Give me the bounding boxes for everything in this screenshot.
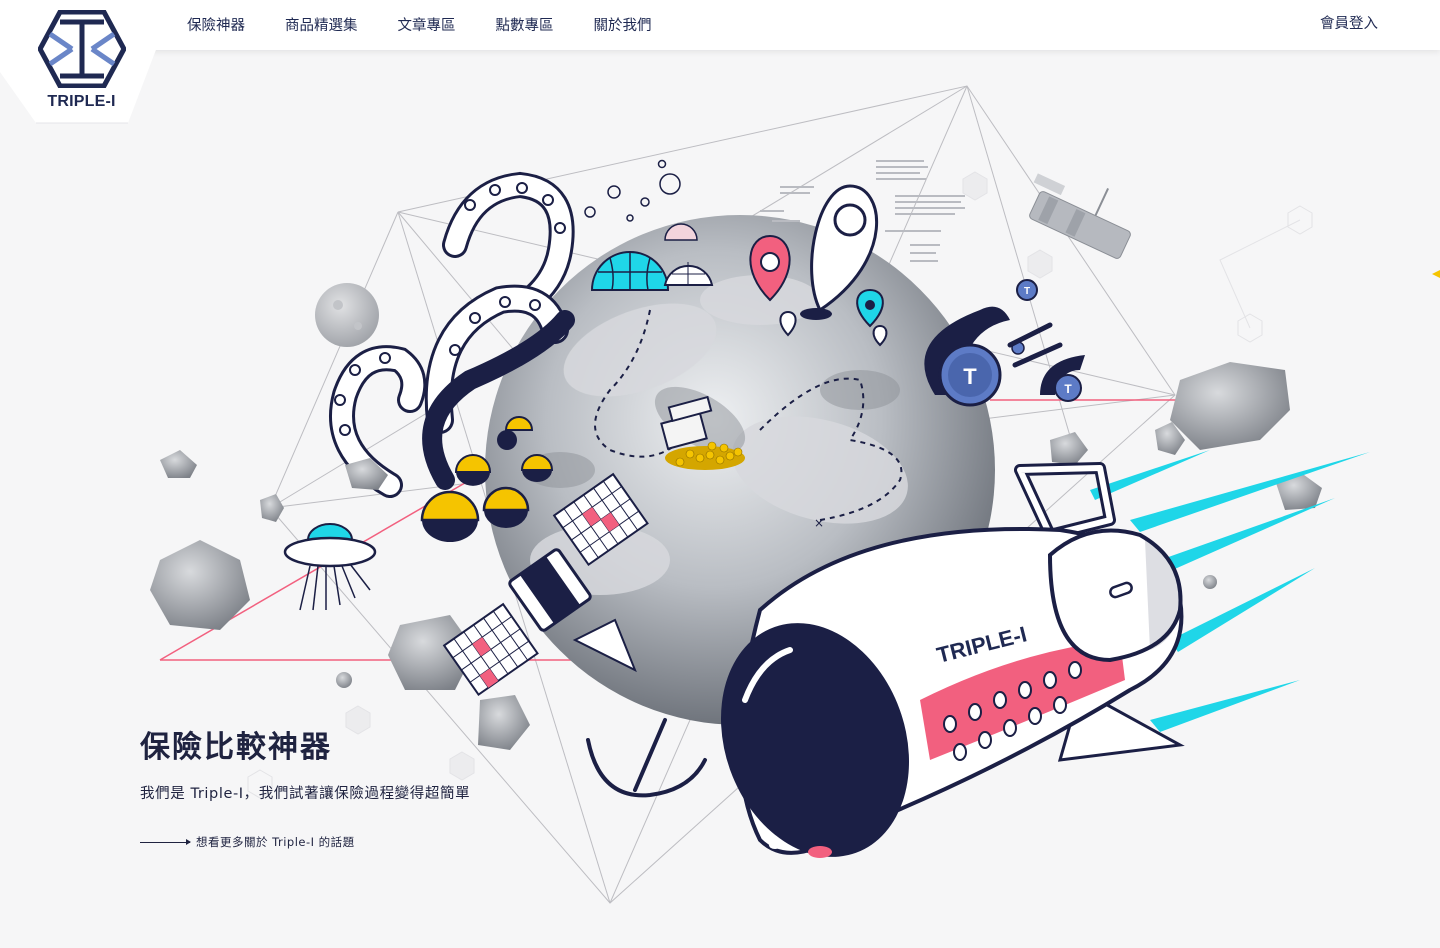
nav-item-articles[interactable]: 文章專區	[398, 14, 456, 35]
arrow-line-icon	[140, 838, 191, 845]
learn-more-label: 想看更多關於 Triple-I 的話題	[196, 835, 355, 849]
hero-title: 保險比較神器	[140, 730, 332, 765]
brand-logo-link[interactable]: TRIPLE-I	[0, 0, 175, 126]
anchor	[586, 718, 707, 798]
hero-subtitle: 我們是 Triple-I，我們試著讓保險過程變得超簡單	[140, 786, 471, 802]
svg-text:×: ×	[814, 516, 824, 530]
ufo	[283, 523, 377, 611]
nav-item-product-picks[interactable]: 商品精選集	[285, 14, 358, 35]
nav-item-about-us[interactable]: 關於我們	[594, 14, 652, 35]
space-telescope	[1029, 173, 1131, 259]
main-nav: 保險神器 商品精選集 文章專區 點數專區 關於我們	[187, 14, 692, 35]
side-arrow-icon[interactable]	[1432, 270, 1440, 278]
triple-i-logo-icon	[38, 10, 126, 88]
bubbles	[584, 159, 681, 222]
svg-text:T: T	[1024, 286, 1030, 297]
hero-illustration: × T T T TRIPLE-I	[150, 85, 1370, 904]
nav-item-points[interactable]: 點數專區	[496, 14, 554, 35]
svg-text:T: T	[1064, 382, 1072, 396]
member-login-link[interactable]: 會員登入	[1320, 12, 1378, 33]
learn-more-link[interactable]: 想看更多關於 Triple-I 的話題	[140, 834, 355, 850]
token-coins: T T T	[924, 279, 1085, 407]
svg-text:T: T	[963, 364, 977, 389]
moon	[315, 283, 379, 347]
nav-item-insurance-tool[interactable]: 保險神器	[187, 14, 245, 35]
logo-wordmark: TRIPLE-I	[47, 93, 116, 110]
